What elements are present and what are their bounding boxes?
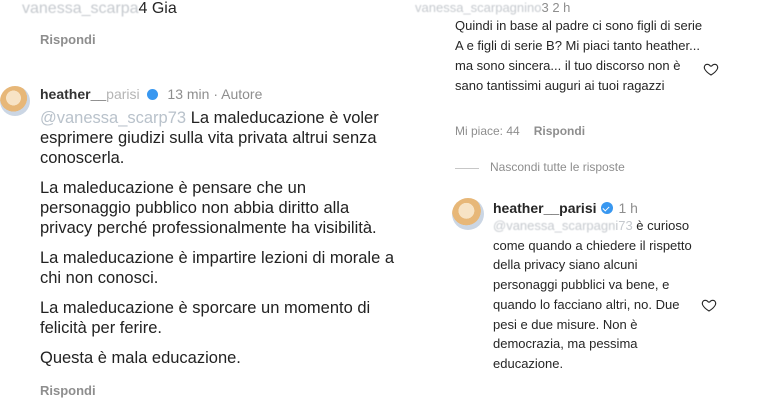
comment-header: heather__parisi 13 min · Autore	[40, 86, 262, 102]
comment-body: @vanessa_scarp73 La maleducazione è vole…	[40, 108, 395, 378]
comment-paragraph: Questa è mala educazione.	[40, 349, 241, 367]
username-suffix[interactable]: parisi	[106, 86, 139, 102]
avatar[interactable]	[0, 86, 30, 116]
comment-time: 13 min	[167, 86, 210, 102]
blurred-username: vanessa_scarpa	[22, 0, 139, 17]
mention-blurred[interactable]: @vanessa_scarp	[40, 109, 168, 127]
comment-body: Quindi in base al padre ci sono figli di…	[455, 18, 703, 93]
mention-suffix[interactable]: 73	[168, 109, 186, 127]
hide-replies-button[interactable]: Nascondi tutte le risposte	[490, 160, 625, 174]
like-count[interactable]: Mi piace: 44	[455, 124, 520, 138]
reply-header: heather__parisi 1 h	[493, 200, 638, 216]
comment-paragraph: La maleducazione è pensare che un person…	[40, 179, 377, 237]
avatar[interactable]	[452, 198, 484, 230]
left-screenshot: vanessa_scarpa4 Gia Rispondi heather__pa…	[0, 0, 403, 404]
separator-dot: ·	[213, 86, 218, 102]
comment-header: vanessa_scarpagnino3 2 h	[415, 0, 570, 15]
comment-paragraph: La maleducazione è sporcare un momento d…	[40, 299, 371, 337]
comment-paragraph: La maleducazione è impartire lezioni di …	[40, 249, 395, 287]
comment-meta: Mi piace: 44 Rispondi	[455, 124, 585, 138]
username[interactable]: heather__	[40, 86, 106, 102]
username[interactable]: heather__parisi	[493, 200, 597, 216]
mention-suffix[interactable]: i73	[615, 218, 632, 233]
reply-button[interactable]: Rispondi	[534, 124, 585, 138]
heart-outline-icon[interactable]	[701, 297, 717, 313]
reply-body: @vanessa_scarpagni73 è curioso come quan…	[493, 216, 705, 374]
author-tag: Autore	[221, 86, 263, 102]
thread-line	[455, 168, 479, 169]
previous-reply-text: 4 Gia	[138, 0, 177, 17]
comment-paragraph: @vanessa_scarp73 La maleducazione è vole…	[40, 109, 379, 167]
blurred-username[interactable]: vanessa_scarpagnino	[415, 0, 541, 15]
reply-time: 1 h	[618, 200, 638, 216]
verified-badge-icon	[146, 89, 158, 100]
heart-outline-icon[interactable]	[703, 61, 719, 77]
reply-text: è curioso come quando a chiedere il risp…	[493, 218, 692, 371]
reply-button[interactable]: Rispondi	[40, 32, 96, 47]
right-screenshot: vanessa_scarpagnino3 2 h Quindi in base …	[403, 0, 767, 404]
reply-button[interactable]: Rispondi	[40, 383, 96, 398]
previous-reply-snippet: vanessa_scarpa4 Gia	[22, 0, 177, 18]
mention-blurred[interactable]: @vanessa_scarpagn	[493, 218, 615, 233]
comment-time: 3 2 h	[541, 0, 571, 15]
verified-badge-icon	[600, 202, 613, 214]
